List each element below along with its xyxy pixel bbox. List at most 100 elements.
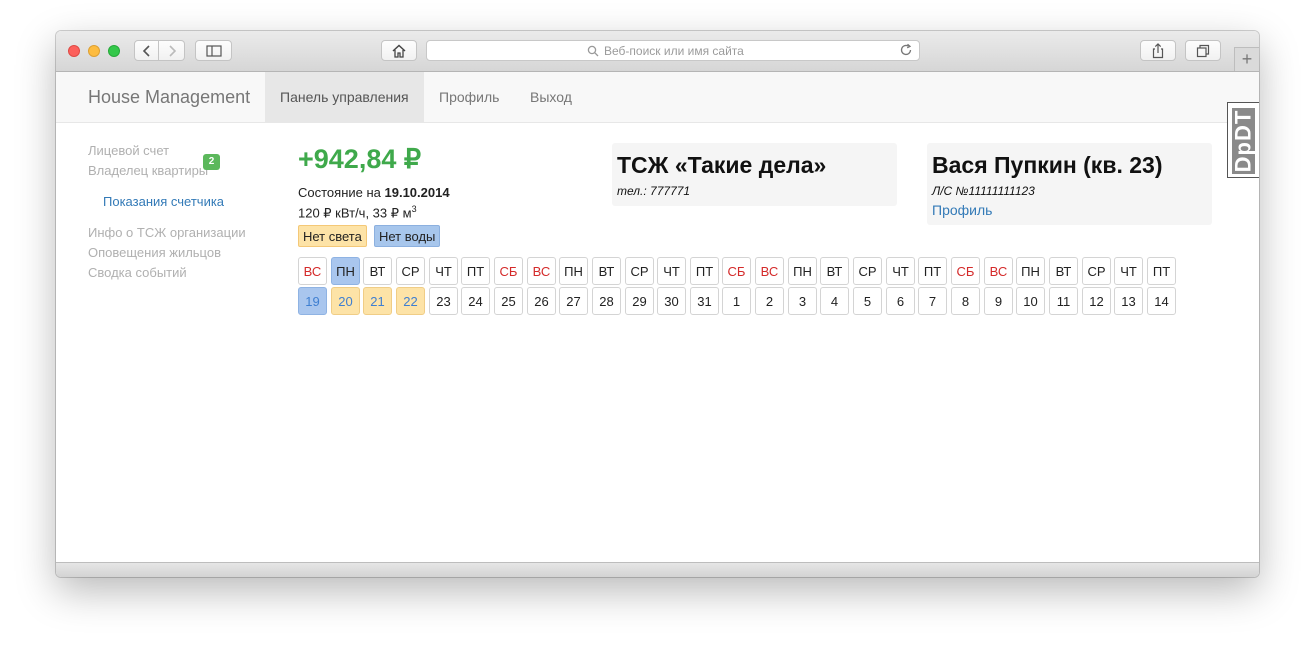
hoa-phone: тел.: 777771 [617,184,691,198]
calendar-weekday: СР [396,257,425,285]
state-prefix: Состояние на [298,185,385,200]
extension-badge[interactable]: DpDT [1227,102,1259,178]
calendar-weekday: ВТ [592,257,621,285]
calendar-day[interactable]: 28 [592,287,621,315]
calendar-day[interactable]: 6 [886,287,915,315]
calendar-weekday: ПН [559,257,588,285]
state-date: 19.10.2014 [384,185,450,200]
tabs-icon [1196,44,1210,57]
reload-button[interactable] [899,43,913,60]
calendar-weekday: ПН [1016,257,1045,285]
minimize-window-button[interactable] [88,45,100,57]
calendar-weekday: ЧТ [1114,257,1143,285]
no-power-label: Нет света [298,225,367,247]
calendar-weekday: ПН [331,257,360,285]
calendar-weekday: ПТ [690,257,719,285]
sidebar-item-resident-notices[interactable]: Оповещения жильцов [88,245,221,260]
calendar-day[interactable]: 27 [559,287,588,315]
calendar-day[interactable]: 4 [820,287,849,315]
browser-window: Веб-поиск или имя сайта + House Manageme… [56,31,1259,577]
chevron-right-icon [168,44,176,57]
browser-toolbar: Веб-поиск или имя сайта + [56,31,1259,72]
balance-state-line: Состояние на 19.10.2014 [298,185,450,200]
calendar-day[interactable]: 14 [1147,287,1176,315]
calendar-day[interactable]: 2 [755,287,784,315]
hoa-panel: ТСЖ «Такие дела» тел.: 777771 [612,143,897,206]
zoom-window-button[interactable] [108,45,120,57]
calendar-weekday: ВТ [363,257,392,285]
home-icon [392,43,406,58]
address-placeholder: Веб-поиск или имя сайта [604,44,744,58]
calendar-weekday: СБ [951,257,980,285]
sidebar-item-event-summary[interactable]: Сводка событий [88,265,187,280]
calendar-day[interactable]: 30 [657,287,686,315]
events-count-badge: 2 [203,154,220,170]
nav-dashboard[interactable]: Панель управления [265,72,424,122]
user-account-number: Л/С №11111111123 [932,184,1035,198]
forward-button[interactable] [159,40,185,61]
share-button[interactable] [1140,40,1176,61]
calendar-day[interactable]: 25 [494,287,523,315]
calendar-weekday: СР [625,257,654,285]
calendar-weekday: ВТ [1049,257,1078,285]
calendar-day[interactable]: 31 [690,287,719,315]
sidebar-item-meter-readings[interactable]: Показания счетчика [103,194,224,209]
calendar-weekday: ПТ [1147,257,1176,285]
calendar-weekday: СБ [722,257,751,285]
calendar-day[interactable]: 3 [788,287,817,315]
calendar-weekday: ЧТ [429,257,458,285]
calendar-day[interactable]: 9 [984,287,1013,315]
share-icon [1152,42,1164,58]
calendar-weekday: ВС [298,257,327,285]
calendar-day[interactable]: 19 [298,287,327,315]
nav-logout[interactable]: Выход [515,72,587,122]
calendar-weekday: ЧТ [657,257,686,285]
calendar-day[interactable]: 13 [1114,287,1143,315]
rates-unit-exponent: 3 [411,204,417,214]
calendar-day[interactable]: 21 [363,287,392,315]
nav-profile[interactable]: Профиль [424,72,514,122]
address-placeholder-group: Веб-поиск или имя сайта [587,44,744,58]
calendar-weekday: СБ [494,257,523,285]
calendar-day[interactable]: 23 [429,287,458,315]
calendar-day[interactable]: 5 [853,287,882,315]
app-navbar: House Management Панель управления Профи… [56,72,1259,123]
new-tab-button[interactable]: + [1234,47,1259,71]
calendar-weekday: ЧТ [886,257,915,285]
close-window-button[interactable] [68,45,80,57]
brand-title[interactable]: House Management [88,87,250,108]
user-profile-link[interactable]: Профиль [932,202,992,218]
calendar-weekday: ВС [984,257,1013,285]
tabs-overview-button[interactable] [1185,40,1221,61]
user-panel: Вася Пупкин (кв. 23) Л/С №11111111123 Пр… [927,143,1212,225]
sidebar-icon [205,44,222,57]
calendar-day[interactable]: 20 [331,287,360,315]
no-water-label: Нет воды [374,225,441,247]
calendar-day[interactable]: 29 [625,287,654,315]
calendar-day[interactable]: 8 [951,287,980,315]
hoa-title: ТСЖ «Такие дела» [617,152,827,178]
sidebar-toggle-button[interactable] [195,40,232,61]
back-button[interactable] [134,40,159,61]
calendar-weekday: ПТ [461,257,490,285]
user-title: Вася Пупкин (кв. 23) [932,152,1163,178]
account-balance: +942,84 ₽ [298,144,422,174]
address-bar[interactable]: Веб-поиск или имя сайта [426,40,920,61]
calendar-day[interactable]: 22 [396,287,425,315]
calendar-day[interactable]: 7 [918,287,947,315]
calendar-day[interactable]: 12 [1082,287,1111,315]
calendar-day[interactable]: 24 [461,287,490,315]
search-icon [587,45,599,57]
chevron-left-icon [142,44,150,57]
calendar-day[interactable]: 1 [722,287,751,315]
sidebar-item-apartment-owner[interactable]: Владелец квартиры [88,163,208,178]
calendar-day[interactable]: 26 [527,287,556,315]
sidebar-item-hoa-info[interactable]: Инфо о ТСЖ организации [88,225,246,240]
sidebar-item-personal-account[interactable]: Лицевой счет [88,143,169,158]
extension-logo-text: DpDT [1230,109,1256,173]
tariff-rates: 120 ₽ кВт/ч, 33 ₽ м3 [298,204,417,221]
home-button[interactable] [381,40,417,61]
calendar-day[interactable]: 10 [1016,287,1045,315]
calendar-day[interactable]: 11 [1049,287,1078,315]
browser-status-bar [56,562,1259,577]
